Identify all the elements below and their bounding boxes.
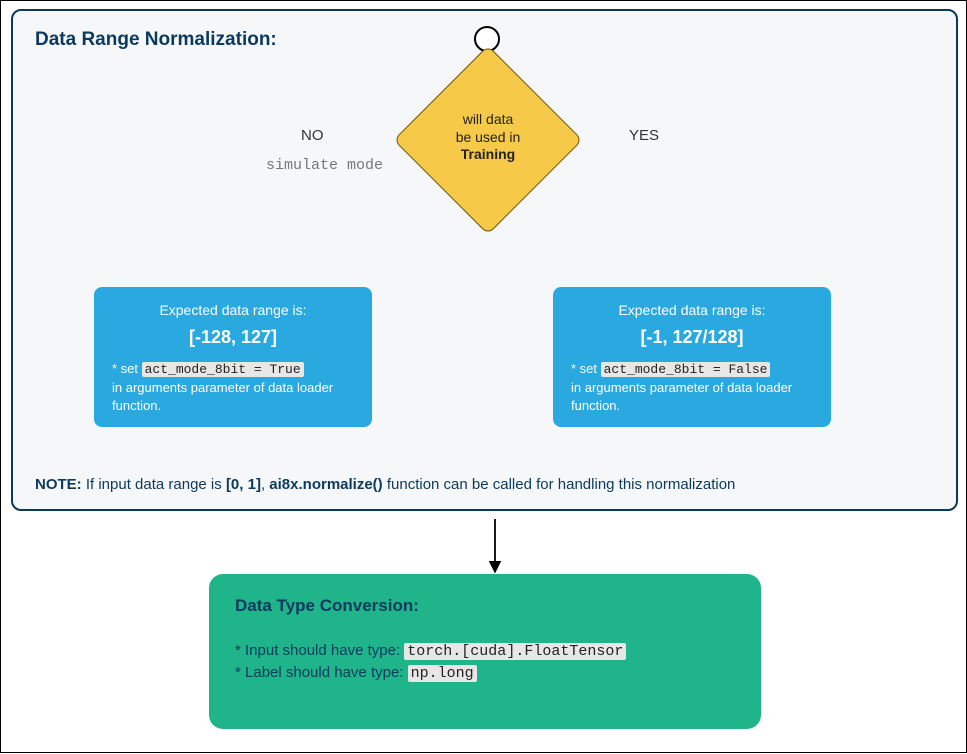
branch-no-label: NO (301, 127, 324, 144)
green-header: Data Type Conversion: (235, 596, 735, 616)
right-instruction: * set act_mode_8bit = False in arguments… (571, 360, 813, 416)
green-input-label: * Input should have type: (235, 642, 404, 659)
type-conversion-panel: Data Type Conversion: * Input should hav… (209, 574, 761, 729)
note-range: [0, 1] (226, 476, 261, 493)
left-expected-label: Expected data range is: (112, 301, 354, 321)
green-label-code: np.long (408, 665, 477, 682)
decision-line2: be used in (456, 129, 521, 145)
decision-line1: will data (463, 111, 514, 127)
left-range-value: [-128, 127] (112, 325, 354, 350)
note-text: NOTE: If input data range is [0, 1], ai8… (35, 476, 735, 493)
right-set-prefix: * set (571, 361, 601, 376)
green-input-line: * Input should have type: torch.[cuda].F… (235, 642, 735, 660)
left-instruction: * set act_mode_8bit = True in arguments … (112, 360, 354, 416)
simulate-mode-label: simulate mode (266, 157, 383, 174)
green-label-label: * Label should have type: (235, 664, 408, 681)
process-box-yes: Expected data range is: [-1, 127/128] * … (553, 287, 831, 427)
normalization-panel: Data Range Normalization: will data be u… (11, 9, 958, 511)
left-code: act_mode_8bit = True (142, 362, 304, 377)
note-tail: function can be called for handling this… (383, 476, 736, 493)
process-box-no: Expected data range is: [-128, 127] * se… (94, 287, 372, 427)
right-range-value: [-1, 127/128] (571, 325, 813, 350)
green-input-code: torch.[cuda].FloatTensor (404, 643, 626, 660)
left-set-prefix: * set (112, 361, 142, 376)
note-mid1: If input data range is (82, 476, 226, 493)
decision-line3: Training (461, 146, 515, 162)
right-expected-label: Expected data range is: (571, 301, 813, 321)
green-label-line: * Label should have type: np.long (235, 664, 735, 682)
note-prefix: NOTE: (35, 476, 82, 493)
decision-text: will data be used in Training (408, 111, 568, 164)
left-tail: in arguments parameter of data loader fu… (112, 380, 333, 413)
branch-yes-label: YES (629, 127, 659, 144)
right-code: act_mode_8bit = False (601, 362, 771, 377)
right-tail: in arguments parameter of data loader fu… (571, 380, 792, 413)
note-fn: ai8x.normalize() (269, 476, 382, 493)
